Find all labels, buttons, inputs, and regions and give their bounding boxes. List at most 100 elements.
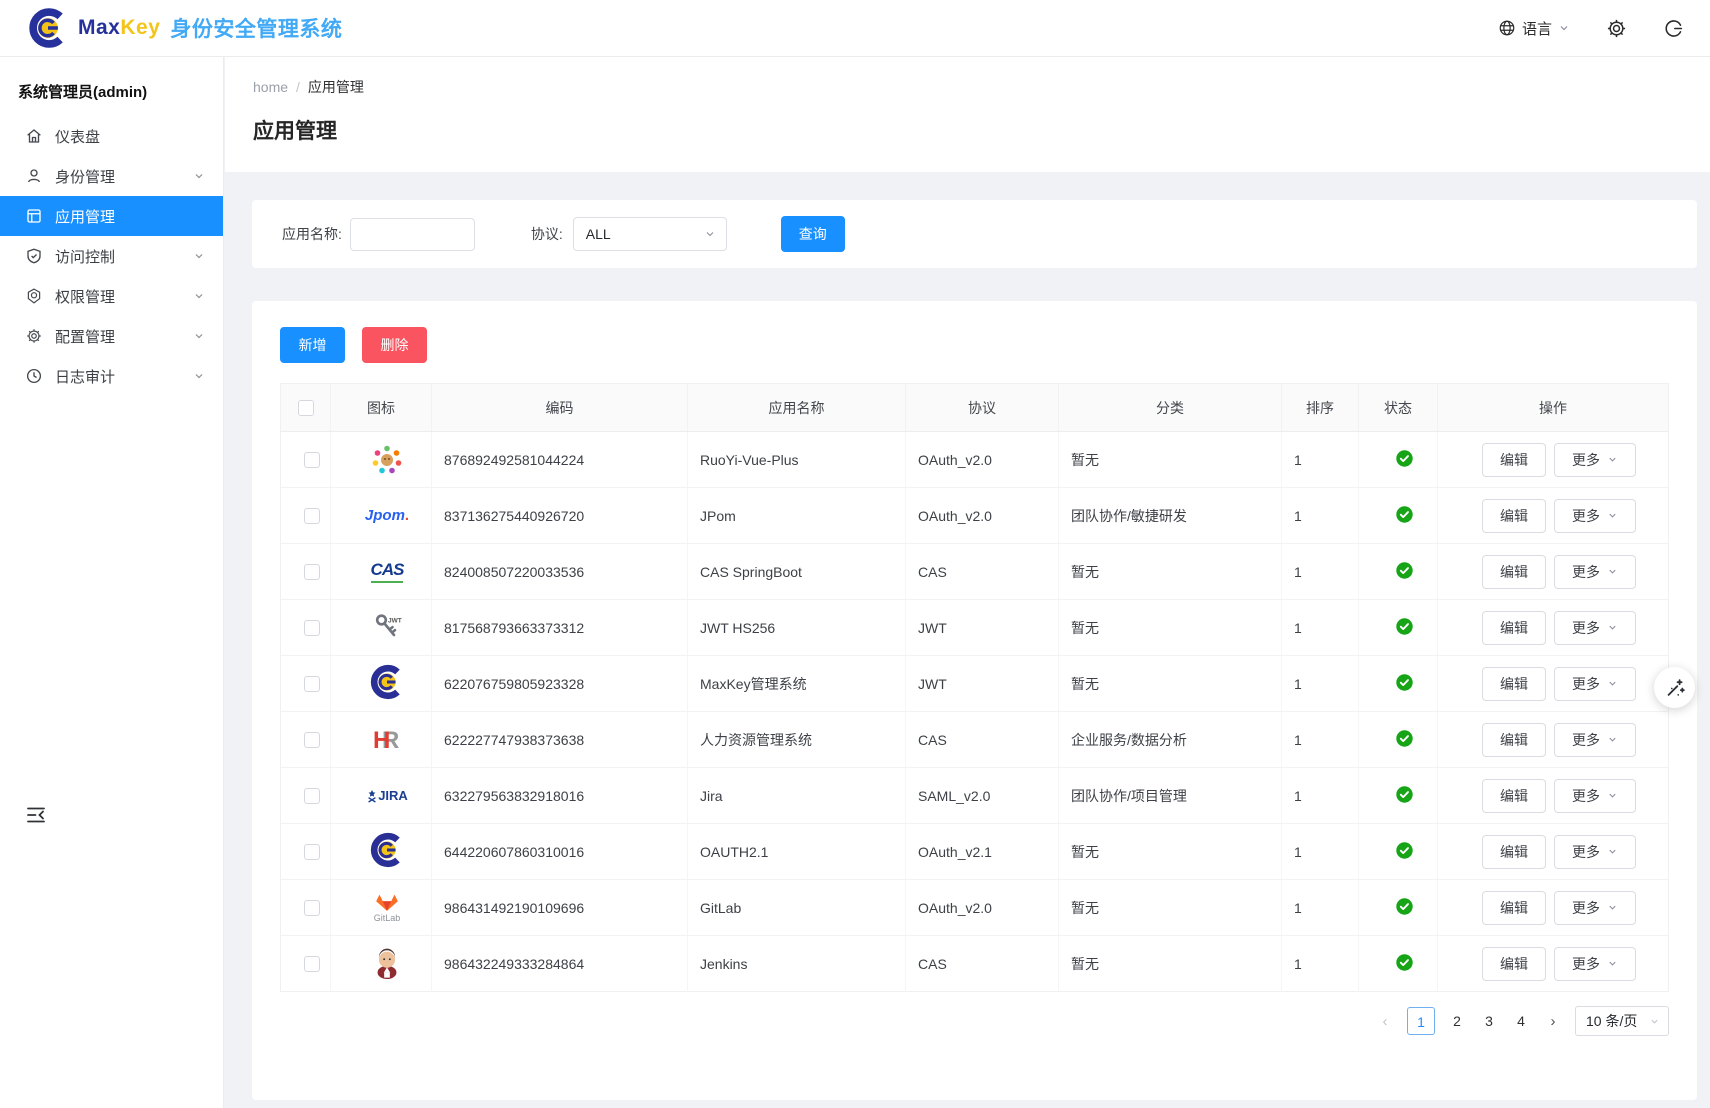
more-button[interactable]: 更多 <box>1554 667 1636 701</box>
page-size-value: 10 条/页 <box>1586 1011 1637 1031</box>
status-enabled-icon <box>1396 898 1413 915</box>
sidebar-item-dashboard[interactable]: 仪表盘 <box>0 116 223 156</box>
app-protocol: SAML_v2.0 <box>906 768 1059 824</box>
sidebar-item-permission[interactable]: 权限管理 <box>0 276 223 316</box>
more-button[interactable]: 更多 <box>1554 443 1636 477</box>
column-header-code: 编码 <box>432 384 688 432</box>
edit-button[interactable]: 编辑 <box>1482 443 1546 477</box>
chevron-down-icon <box>193 370 205 382</box>
app-name: Jira <box>688 768 906 824</box>
sidebar-item-access[interactable]: 访问控制 <box>0 236 223 276</box>
app-protocol: OAuth_v2.0 <box>906 488 1059 544</box>
row-checkbox[interactable] <box>304 452 320 468</box>
row-checkbox[interactable] <box>304 620 320 636</box>
edit-button[interactable]: 编辑 <box>1482 555 1546 589</box>
row-checkbox[interactable] <box>304 900 320 916</box>
row-checkbox[interactable] <box>304 956 320 972</box>
edit-button[interactable]: 编辑 <box>1482 891 1546 925</box>
magic-wand-icon <box>1664 677 1686 699</box>
sidebar-item-apps[interactable]: 应用管理 <box>0 196 223 236</box>
page-number-2[interactable]: 2 <box>1447 1007 1467 1035</box>
column-header-status: 状态 <box>1359 384 1438 432</box>
sidebar-item-label: 仪表盘 <box>55 126 205 147</box>
app-sort: 1 <box>1282 880 1359 936</box>
sidebar-item-audit[interactable]: 日志审计 <box>0 356 223 396</box>
page-number-3[interactable]: 3 <box>1479 1007 1499 1035</box>
app-table-body: 876892492581044224RuoYi-Vue-PlusOAuth_v2… <box>281 432 1669 992</box>
clock-icon <box>25 367 43 385</box>
sidebar-item-label: 身份管理 <box>55 166 193 187</box>
app-category: 企业服务/数据分析 <box>1059 712 1282 768</box>
chevron-down-icon <box>704 228 716 240</box>
chevron-down-icon <box>193 170 205 182</box>
app-category: 暂无 <box>1059 824 1282 880</box>
edit-button[interactable]: 编辑 <box>1482 779 1546 813</box>
edit-button[interactable]: 编辑 <box>1482 947 1546 981</box>
app-sort: 1 <box>1282 712 1359 768</box>
row-checkbox[interactable] <box>304 564 320 580</box>
more-button[interactable]: 更多 <box>1554 779 1636 813</box>
more-button[interactable]: 更多 <box>1554 835 1636 869</box>
delete-button[interactable]: 删除 <box>362 327 427 363</box>
search-button[interactable]: 查询 <box>781 216 845 252</box>
app-protocol: JWT <box>906 656 1059 712</box>
more-button[interactable]: 更多 <box>1554 723 1636 757</box>
globe-icon <box>1498 19 1516 37</box>
page-size-select[interactable]: 10 条/页 <box>1575 1006 1669 1036</box>
main-content: home / 应用管理 应用管理 应用名称: 协议: ALL 查询 新增 <box>225 57 1710 1108</box>
row-checkbox[interactable] <box>304 732 320 748</box>
sidebar-item-label: 权限管理 <box>55 286 193 307</box>
app-window-icon <box>25 207 43 225</box>
sidebar-item-config[interactable]: 配置管理 <box>0 316 223 356</box>
column-header-name: 应用名称 <box>688 384 906 432</box>
next-page-icon[interactable]: › <box>1543 1013 1563 1030</box>
app-code: 817568793663373312 <box>432 600 688 656</box>
prev-page-icon[interactable]: ‹ <box>1375 1013 1395 1030</box>
row-checkbox[interactable] <box>304 676 320 692</box>
app-protocol: CAS <box>906 936 1059 992</box>
logout-icon[interactable] <box>1663 18 1684 39</box>
brand-name: MaxKey <box>78 16 160 40</box>
protocol-select[interactable]: ALL <box>573 217 727 251</box>
add-button[interactable]: 新增 <box>280 327 345 363</box>
more-button[interactable]: 更多 <box>1554 891 1636 925</box>
edit-button[interactable]: 编辑 <box>1482 499 1546 533</box>
breadcrumb-home-link[interactable]: home <box>253 79 288 95</box>
page-number-4[interactable]: 4 <box>1511 1007 1531 1035</box>
select-all-checkbox[interactable] <box>298 400 314 416</box>
maxkey-app-icon <box>368 831 406 869</box>
status-enabled-icon <box>1396 954 1413 971</box>
page-number-1[interactable]: 1 <box>1407 1007 1435 1035</box>
edit-button[interactable]: 编辑 <box>1482 667 1546 701</box>
row-checkbox[interactable] <box>304 844 320 860</box>
edit-button[interactable]: 编辑 <box>1482 611 1546 645</box>
more-button[interactable]: 更多 <box>1554 611 1636 645</box>
jpom-app-icon: Jpom. <box>365 497 409 535</box>
app-category: 暂无 <box>1059 432 1282 488</box>
app-name-input[interactable] <box>350 218 475 251</box>
sidebar-item-identity[interactable]: 身份管理 <box>0 156 223 196</box>
app-category: 暂无 <box>1059 656 1282 712</box>
app-name: RuoYi-Vue-Plus <box>688 432 906 488</box>
hr-app-icon: RH <box>369 720 405 758</box>
status-enabled-icon <box>1396 786 1413 803</box>
dashboard-icon <box>25 127 43 145</box>
medal-icon <box>25 287 43 305</box>
settings-gear-icon[interactable] <box>1606 18 1627 39</box>
row-checkbox[interactable] <box>304 508 320 524</box>
collapse-sidebar-icon[interactable] <box>24 803 48 827</box>
more-button[interactable]: 更多 <box>1554 555 1636 589</box>
more-button[interactable]: 更多 <box>1554 947 1636 981</box>
app-category: 暂无 <box>1059 880 1282 936</box>
app-category: 团队协作/项目管理 <box>1059 768 1282 824</box>
top-bar: MaxKey 身份安全管理系统 语言 <box>0 0 1710 57</box>
edit-button[interactable]: 编辑 <box>1482 723 1546 757</box>
row-checkbox[interactable] <box>304 788 320 804</box>
table-panel: 新增 删除 图标 编码 应用名称 协议 分类 <box>252 301 1697 1100</box>
ruoyi-app-icon <box>369 440 405 478</box>
edit-button[interactable]: 编辑 <box>1482 835 1546 869</box>
app-code: 837136275440926720 <box>432 488 688 544</box>
floating-tool-button[interactable] <box>1654 667 1695 708</box>
language-switcher[interactable]: 语言 <box>1498 18 1570 39</box>
more-button[interactable]: 更多 <box>1554 499 1636 533</box>
